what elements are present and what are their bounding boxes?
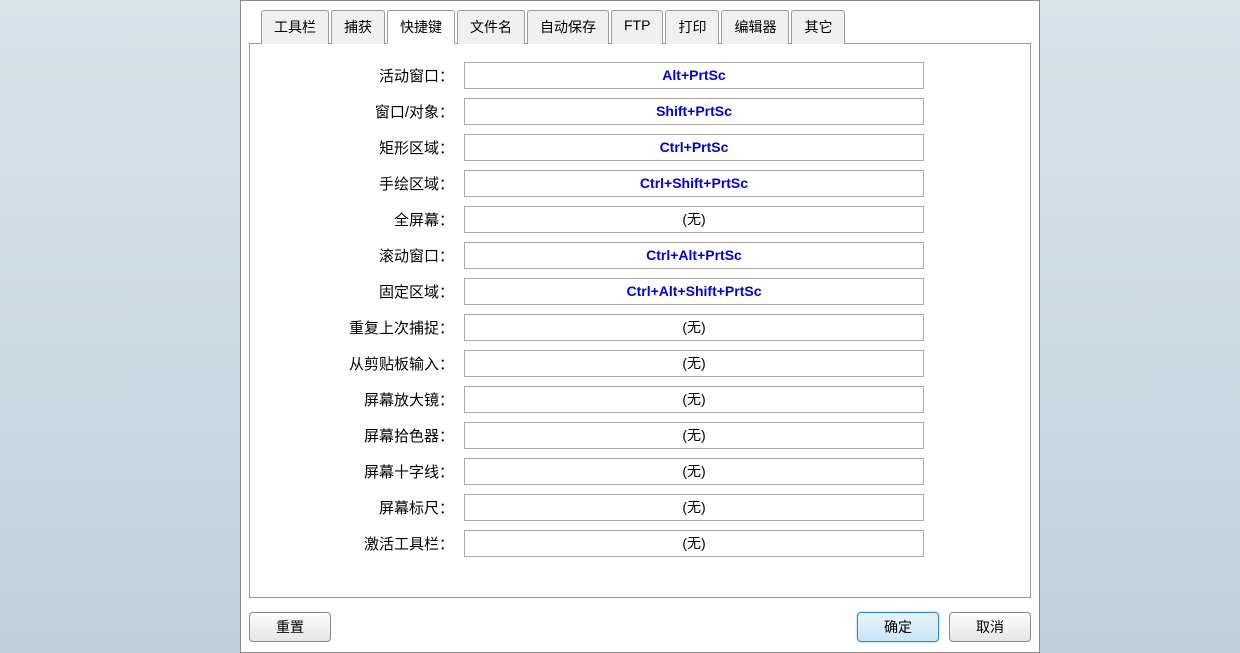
hotkey-row-active-window: 活动窗口： Alt+PrtSc	[274, 62, 1006, 89]
hotkey-input-magnifier[interactable]: (无)	[464, 386, 924, 413]
hotkey-row-color-picker: 屏幕拾色器： (无)	[274, 422, 1006, 449]
hotkey-label: 活动窗口：	[274, 65, 464, 86]
hotkey-label: 窗口/对象：	[274, 101, 464, 122]
tab-hotkeys[interactable]: 快捷键	[387, 10, 455, 44]
hotkey-input-repeat-last[interactable]: (无)	[464, 314, 924, 341]
hotkey-label: 激活工具栏：	[274, 533, 464, 554]
ok-button[interactable]: 确定	[857, 612, 939, 642]
tab-autosave[interactable]: 自动保存	[527, 10, 609, 44]
hotkey-label: 重复上次捕捉：	[274, 317, 464, 338]
hotkey-input-window-object[interactable]: Shift+PrtSc	[464, 98, 924, 125]
cancel-button[interactable]: 取消	[949, 612, 1031, 642]
hotkey-label: 屏幕十字线：	[274, 461, 464, 482]
hotkey-label: 矩形区域：	[274, 137, 464, 158]
hotkey-input-ruler[interactable]: (无)	[464, 494, 924, 521]
tab-bar: 工具栏 捕获 快捷键 文件名 自动保存 FTP 打印 编辑器 其它	[261, 9, 1031, 43]
reset-button[interactable]: 重置	[249, 612, 331, 642]
hotkey-input-activate-toolbar[interactable]: (无)	[464, 530, 924, 557]
hotkey-label: 从剪贴板输入：	[274, 353, 464, 374]
hotkey-row-activate-toolbar: 激活工具栏： (无)	[274, 530, 1006, 557]
hotkey-row-fullscreen: 全屏幕： (无)	[274, 206, 1006, 233]
tab-print[interactable]: 打印	[665, 10, 719, 44]
hotkey-row-rect-region: 矩形区域： Ctrl+PrtSc	[274, 134, 1006, 161]
hotkey-input-scrolling-window[interactable]: Ctrl+Alt+PrtSc	[464, 242, 924, 269]
hotkey-label: 固定区域：	[274, 281, 464, 302]
hotkey-label: 屏幕拾色器：	[274, 425, 464, 446]
tab-ftp[interactable]: FTP	[611, 10, 663, 44]
tab-capture[interactable]: 捕获	[331, 10, 385, 44]
hotkey-input-fullscreen[interactable]: (无)	[464, 206, 924, 233]
hotkey-input-fixed-region[interactable]: Ctrl+Alt+Shift+PrtSc	[464, 278, 924, 305]
hotkey-row-freehand-region: 手绘区域： Ctrl+Shift+PrtSc	[274, 170, 1006, 197]
tab-filename[interactable]: 文件名	[457, 10, 525, 44]
hotkey-row-crosshair: 屏幕十字线： (无)	[274, 458, 1006, 485]
tab-toolbar[interactable]: 工具栏	[261, 10, 329, 44]
hotkey-row-ruler: 屏幕标尺： (无)	[274, 494, 1006, 521]
hotkey-input-from-clipboard[interactable]: (无)	[464, 350, 924, 377]
hotkey-row-from-clipboard: 从剪贴板输入： (无)	[274, 350, 1006, 377]
settings-dialog: 工具栏 捕获 快捷键 文件名 自动保存 FTP 打印 编辑器 其它 活动窗口： …	[240, 0, 1040, 653]
hotkey-row-repeat-last: 重复上次捕捉： (无)	[274, 314, 1006, 341]
hotkey-input-color-picker[interactable]: (无)	[464, 422, 924, 449]
hotkeys-panel: 活动窗口： Alt+PrtSc 窗口/对象： Shift+PrtSc 矩形区域：…	[249, 43, 1031, 598]
hotkey-input-crosshair[interactable]: (无)	[464, 458, 924, 485]
hotkey-row-fixed-region: 固定区域： Ctrl+Alt+Shift+PrtSc	[274, 278, 1006, 305]
hotkey-row-magnifier: 屏幕放大镜： (无)	[274, 386, 1006, 413]
hotkey-label: 滚动窗口：	[274, 245, 464, 266]
hotkey-label: 全屏幕：	[274, 209, 464, 230]
hotkey-input-active-window[interactable]: Alt+PrtSc	[464, 62, 924, 89]
tab-other[interactable]: 其它	[791, 10, 845, 44]
hotkey-input-freehand-region[interactable]: Ctrl+Shift+PrtSc	[464, 170, 924, 197]
hotkey-row-window-object: 窗口/对象： Shift+PrtSc	[274, 98, 1006, 125]
hotkey-row-scrolling-window: 滚动窗口： Ctrl+Alt+PrtSc	[274, 242, 1006, 269]
hotkey-label: 屏幕放大镜：	[274, 389, 464, 410]
hotkey-input-rect-region[interactable]: Ctrl+PrtSc	[464, 134, 924, 161]
hotkey-label: 屏幕标尺：	[274, 497, 464, 518]
button-bar: 重置 确定 取消	[249, 612, 1031, 642]
tab-editor[interactable]: 编辑器	[721, 10, 789, 44]
hotkey-label: 手绘区域：	[274, 173, 464, 194]
